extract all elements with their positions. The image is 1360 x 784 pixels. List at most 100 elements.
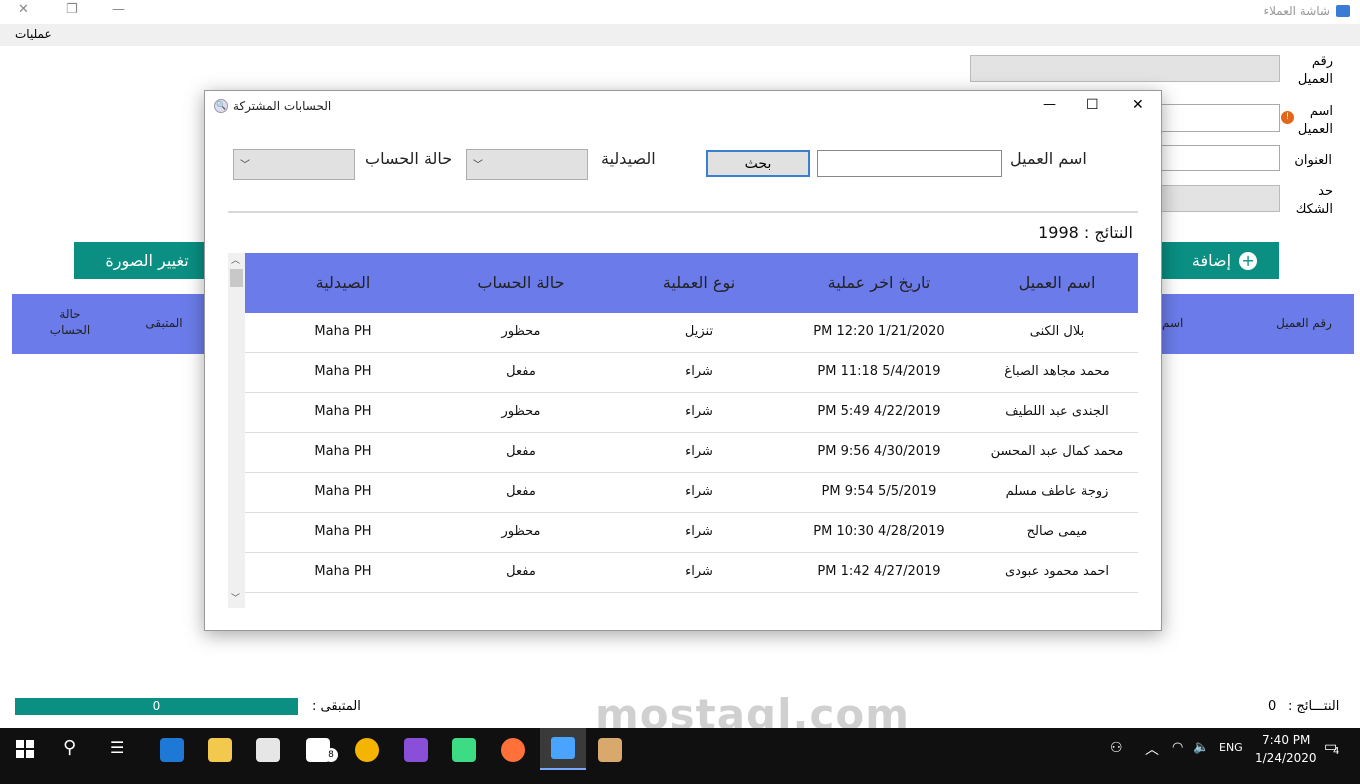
firefox-icon[interactable] [501, 738, 525, 762]
menu-bar [0, 24, 1360, 46]
task-view-icon[interactable]: ☰ [110, 738, 124, 757]
table-row[interactable]: زوجة عاطف مسلم PM 9:54 5/5/2019 شراء مفعل Ma… [245, 473, 1138, 513]
people-icon[interactable]: ⚇ [1110, 740, 1123, 756]
check-limit-field[interactable] [1160, 185, 1280, 212]
customer-number-field[interactable] [970, 55, 1280, 82]
maximize-icon[interactable]: ☐ [1086, 97, 1099, 113]
minimize-icon[interactable]: — [1043, 97, 1056, 112]
address-field[interactable] [1160, 145, 1280, 171]
filter-pharmacy-label: الصيدلية [601, 149, 656, 168]
scroll-up-icon[interactable]: ︿ [231, 253, 240, 266]
android-studio-icon[interactable] [452, 738, 476, 762]
td-customer-name: الجندى عبد اللطيف [1005, 404, 1109, 419]
customer-name-field[interactable] [1160, 104, 1280, 132]
file-explorer-icon[interactable] [208, 738, 232, 762]
app-icon [1336, 5, 1350, 17]
pharmacy-select[interactable]: ﹀ [466, 149, 588, 180]
edge-icon[interactable] [160, 738, 184, 762]
results-label: النتـــائج : [1288, 699, 1340, 714]
td-pharmacy: Maha PH [314, 484, 372, 499]
table-scrollbar[interactable]: ︿ ﹀ [228, 253, 245, 608]
shared-accounts-dialog: 🔍 الحسابات المشتركة — ☐ ✕ اسم العميل بحث… [204, 90, 1162, 631]
chevron-up-icon[interactable]: ︿ [1145, 739, 1159, 759]
table-row[interactable]: الجندى عبد اللطيف PM 5:49 4/22/2019 شراء مح… [245, 393, 1138, 433]
td-transaction-type: شراء [685, 444, 713, 459]
clock-date[interactable]: 1/24/2020 [1255, 751, 1317, 765]
title-bar: ✕ ❐ — شاشة العملاء [0, 0, 1360, 24]
td-transaction-type: شراء [685, 564, 713, 579]
add-label: إضافة [1191, 251, 1232, 270]
th-customer-name[interactable]: اسم العميل [967, 273, 1138, 292]
th-transaction-type[interactable]: نوع العملية [609, 273, 789, 292]
td-customer-name: احمد محمود عبودى [1005, 564, 1109, 579]
active-app-tile[interactable] [540, 728, 586, 770]
td-last-transaction-date: PM 1:42 4/27/2019 [817, 564, 941, 579]
close-icon[interactable]: ✕ [1132, 97, 1144, 113]
chevron-down-icon: ﹀ [473, 160, 483, 171]
td-transaction-type: تنزيل [684, 324, 714, 339]
td-pharmacy: Maha PH [314, 324, 372, 339]
td-pharmacy: Maha PH [314, 524, 372, 539]
td-account-status: مفعل [506, 564, 536, 579]
customer-number-label: رقم العميل [1297, 54, 1333, 87]
notification-count: 4 [1333, 746, 1340, 757]
plus-icon: + [1239, 251, 1258, 270]
start-icon[interactable] [16, 740, 34, 758]
table-row[interactable]: محمد مجاهد الصباغ PM 11:18 5/4/2019 شراء مف… [245, 353, 1138, 393]
change-image-label: تغيير الصورة [105, 251, 189, 270]
visual-studio-icon[interactable] [404, 738, 428, 762]
clock-time[interactable]: 7:40 PM [1262, 733, 1310, 747]
table-header: اسم العميل تاريخ اخر عملية نوع العملية ح… [245, 253, 1138, 313]
td-last-transaction-date: PM 9:56 4/30/2019 [817, 444, 941, 459]
search-button[interactable]: بحث [706, 150, 810, 177]
filter-customer-name-label: اسم العميل [1010, 149, 1087, 168]
col-account-status: حالة الحساب [49, 307, 91, 337]
table-row[interactable]: ميمى صالح PM 10:30 4/28/2019 شراء محظور Maha… [245, 513, 1138, 553]
td-account-status: مفعل [506, 444, 536, 459]
customer-name-label: اسم العميل [1297, 104, 1333, 137]
table-row[interactable]: محمد كمال عبد المحسن PM 9:56 4/30/2019 شرا… [245, 433, 1138, 473]
remaining-bar: 0 [15, 698, 298, 715]
results-text: النتائج : 1998 [1038, 223, 1133, 242]
td-account-status: محظور [501, 324, 541, 339]
mail-badge: 8 [324, 748, 338, 762]
window-title: شاشة العملاء [1263, 4, 1330, 18]
td-pharmacy: Maha PH [314, 444, 372, 459]
check-limit-label: حد الشكك [1295, 184, 1333, 217]
col-name: اسم [1162, 316, 1184, 330]
table-row[interactable] [245, 593, 1138, 608]
store-icon[interactable] [256, 738, 280, 762]
language-indicator[interactable]: ENG [1219, 741, 1243, 754]
table-row[interactable]: احمد محمود عبودى PM 1:42 4/27/2019 شراء مفع… [245, 553, 1138, 593]
chrome-icon[interactable] [355, 738, 379, 762]
account-status-select[interactable]: ﹀ [233, 149, 355, 180]
td-pharmacy: Maha PH [314, 404, 372, 419]
volume-icon[interactable]: 🔈 [1193, 740, 1209, 755]
table-row[interactable]: بلال الكنى PM 12:20 1/21/2020 تنزيل محظور Ma… [245, 313, 1138, 353]
paint-icon[interactable] [598, 738, 622, 762]
col-customer-number: رقم العميل [1276, 316, 1332, 330]
td-account-status: محظور [501, 524, 541, 539]
td-last-transaction-date: PM 11:18 5/4/2019 [817, 364, 941, 379]
results-count: 0 [1268, 699, 1277, 714]
td-pharmacy: Maha PH [314, 364, 372, 379]
wifi-icon[interactable]: ◠ [1172, 740, 1183, 755]
restore-icon[interactable]: ❐ [66, 2, 78, 17]
minimize-icon[interactable]: — [112, 2, 125, 17]
scroll-thumb[interactable] [230, 269, 243, 287]
customer-name-input[interactable] [817, 150, 1002, 177]
th-pharmacy[interactable]: الصيدلية [253, 273, 433, 292]
th-last-transaction-date[interactable]: تاريخ اخر عملية [789, 273, 969, 292]
th-account-status[interactable]: حالة الحساب [431, 273, 611, 292]
td-last-transaction-date: PM 10:30 4/28/2019 [813, 524, 945, 539]
td-transaction-type: شراء [685, 484, 713, 499]
separator [228, 211, 1138, 213]
close-icon[interactable]: ✕ [18, 2, 29, 17]
scroll-down-icon[interactable]: ﹀ [231, 591, 240, 604]
menu-operations[interactable]: عمليات [15, 27, 52, 41]
td-transaction-type: شراء [685, 404, 713, 419]
change-image-button[interactable]: تغيير الصورة [74, 242, 220, 279]
search-icon[interactable]: ⚲ [63, 737, 76, 758]
chevron-down-icon: ﹀ [240, 160, 250, 171]
td-customer-name: محمد كمال عبد المحسن [990, 444, 1124, 459]
